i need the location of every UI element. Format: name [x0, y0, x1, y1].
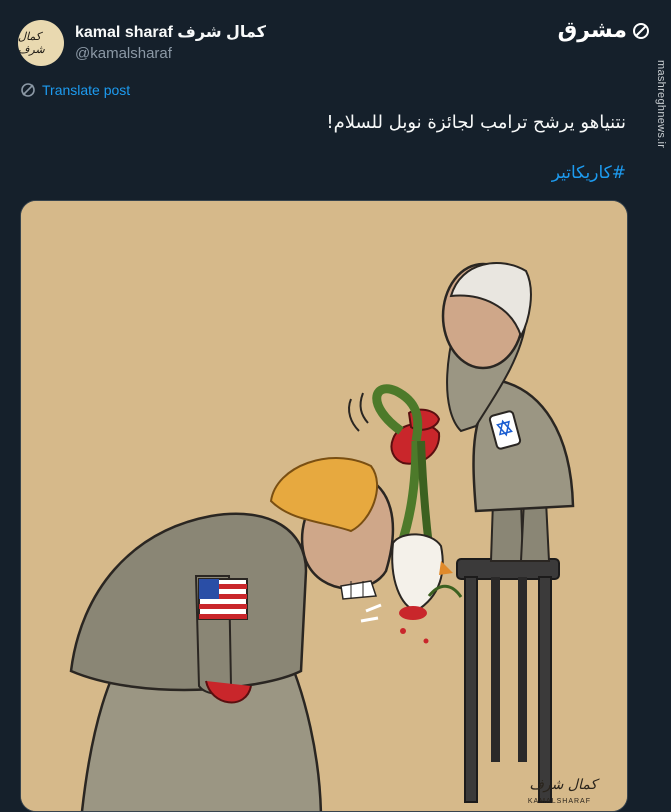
caricature-signature-latin: KAMALSHARAF — [527, 798, 591, 805]
source-logo-icon — [633, 22, 649, 39]
author-handle[interactable]: @kamalsharaf — [75, 45, 172, 62]
author-avatar[interactable]: كمال شرف — [18, 20, 64, 66]
author-display-name[interactable]: kamal sharaf كمال شرف — [75, 22, 266, 42]
source-logo-text: مشرق — [557, 18, 627, 43]
hashtag-link[interactable]: #كاريكاتير — [552, 163, 626, 183]
post-card: كمال شرف kamal sharaf كمال شرف @kamalsha… — [0, 0, 671, 812]
source-logo: مشرق — [558, 18, 651, 43]
translate-post-label: Translate post — [42, 82, 131, 98]
post-text: نتنياهو يرشح ترامب لجائزة نوبل للسلام! — [326, 112, 626, 133]
caricature-illustration — [21, 201, 627, 811]
caricature-signature: كمال شرف — [529, 777, 597, 793]
post-media-image[interactable]: كمال شرف KAMALSHARAF — [20, 200, 628, 812]
avatar-signature: كمال شرف — [18, 30, 45, 56]
translate-post-link[interactable]: Translate post — [20, 82, 130, 98]
source-url-watermark: mashreghnews.ir — [655, 60, 667, 149]
translate-icon — [21, 83, 35, 97]
